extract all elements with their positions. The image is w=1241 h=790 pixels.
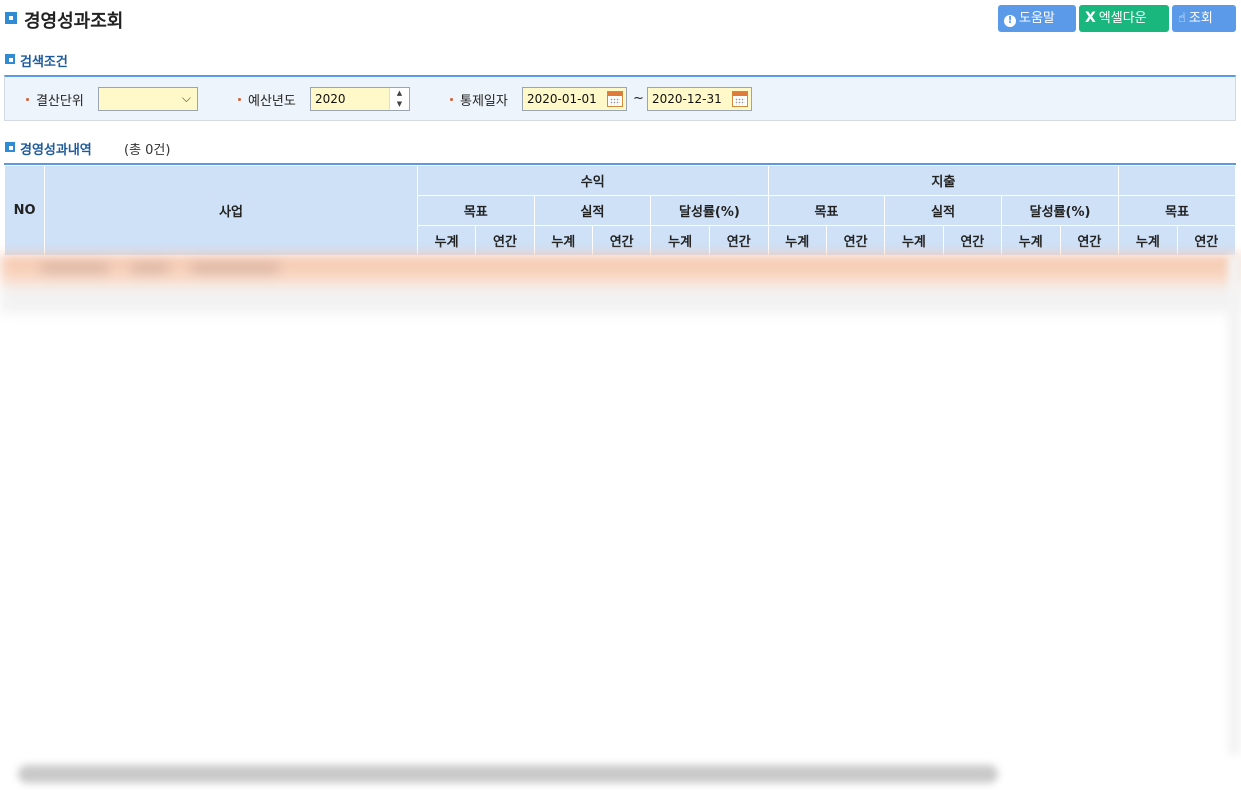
header-business[interactable]: 사업	[44, 165, 418, 255]
chevron-down-icon: ⌵	[181, 91, 191, 105]
date-from-value: 2020-01-01	[527, 92, 597, 106]
settlement-unit-label: 결산단위	[36, 94, 84, 109]
control-date-label: 통제일자	[460, 94, 508, 109]
header-sub: 실적	[884, 195, 1002, 226]
search-section-icon	[5, 54, 15, 64]
blurred-text	[40, 263, 110, 273]
calendar-icon[interactable]	[607, 91, 623, 107]
results-grid: NO 사업 수익 지출 목표 실적 달성률(%) 목표 실적 달성률(%) 목표…	[4, 163, 1236, 255]
selected-row-blurred	[0, 255, 1241, 285]
header-group-3	[1118, 165, 1236, 196]
header-group-expense: 지출	[767, 165, 1120, 196]
settlement-unit-select[interactable]: ⌵	[98, 87, 198, 111]
date-to-field[interactable]: 2020-12-31	[647, 87, 752, 111]
page-title: 경영성과조회	[24, 11, 124, 32]
calendar-icon[interactable]	[732, 91, 748, 107]
search-panel: 결산단위 ⌵ 예산년도 2020 ▲ ▼ 통제일자 2020-01-01 ~ 20…	[4, 75, 1236, 121]
header-col[interactable]: 연간	[591, 225, 652, 255]
date-separator: ~	[633, 91, 644, 106]
excel-button-label: 엑셀다운	[1098, 11, 1147, 26]
results-section-title: 경영성과내역	[20, 143, 92, 158]
year-spinner[interactable]: ▲ ▼	[389, 88, 409, 110]
header-col[interactable]: 누계	[1118, 225, 1178, 255]
header-col[interactable]: 누계	[1000, 225, 1061, 255]
header-col[interactable]: 연간	[708, 225, 769, 255]
blurred-text	[190, 263, 280, 273]
date-from-field[interactable]: 2020-01-01	[522, 87, 627, 111]
budget-year-label: 예산년도	[248, 94, 296, 109]
date-to-value: 2020-12-31	[652, 92, 722, 106]
results-count: (총 0건)	[124, 143, 171, 158]
header-sub: 달성률(%)	[1000, 195, 1120, 226]
excel-icon: X	[1085, 10, 1096, 26]
header-col[interactable]: 연간	[825, 225, 886, 255]
search-button-label: 조회	[1188, 11, 1213, 26]
header-col[interactable]: 연간	[475, 225, 535, 255]
header-sub: 목표	[767, 195, 886, 226]
header-col[interactable]: 연간	[1176, 225, 1236, 255]
blurred-text	[130, 263, 170, 273]
pointer-hand-icon: ☝	[1178, 11, 1186, 26]
help-button[interactable]: ! 도움말	[998, 5, 1076, 32]
header-sub: 목표	[416, 195, 535, 226]
header-sub: 달성률(%)	[650, 195, 769, 226]
header-col[interactable]: 연간	[942, 225, 1002, 255]
title-bar: 경영성과조회 ! 도움말 X 엑셀다운 ☝ 조회	[0, 0, 1241, 38]
search-button[interactable]: ☝ 조회	[1172, 5, 1236, 32]
help-button-label: 도움말	[1019, 11, 1055, 26]
required-dot	[238, 98, 241, 101]
required-dot	[26, 98, 29, 101]
budget-year-field[interactable]: 2020 ▲ ▼	[310, 87, 410, 111]
excel-download-button[interactable]: X 엑셀다운	[1079, 5, 1169, 32]
header-col[interactable]: 누계	[416, 225, 477, 255]
header-sub: 실적	[533, 195, 652, 226]
header-col[interactable]: 누계	[884, 225, 944, 255]
vertical-scroll-area	[1228, 255, 1241, 755]
title-square-icon	[5, 12, 17, 24]
row-blurred	[0, 285, 1241, 313]
header-col[interactable]: 누계	[650, 225, 710, 255]
header-group-revenue: 수익	[416, 165, 769, 196]
header-col[interactable]: 누계	[533, 225, 593, 255]
blurred-grid-rows	[0, 255, 1241, 330]
header-col[interactable]: 연간	[1059, 225, 1120, 255]
budget-year-value: 2020	[315, 92, 346, 106]
horizontal-scrollbar[interactable]	[18, 765, 998, 783]
header-no[interactable]: NO	[4, 165, 46, 255]
header-col[interactable]: 누계	[767, 225, 827, 255]
required-dot	[450, 98, 453, 101]
header-sub: 목표	[1118, 195, 1236, 226]
grid-header-table: NO 사업 수익 지출 목표 실적 달성률(%) 목표 실적 달성률(%) 목표…	[4, 165, 1236, 255]
info-icon: !	[1004, 15, 1016, 27]
results-section-icon	[5, 142, 15, 152]
search-section-title: 검색조건	[20, 55, 68, 70]
